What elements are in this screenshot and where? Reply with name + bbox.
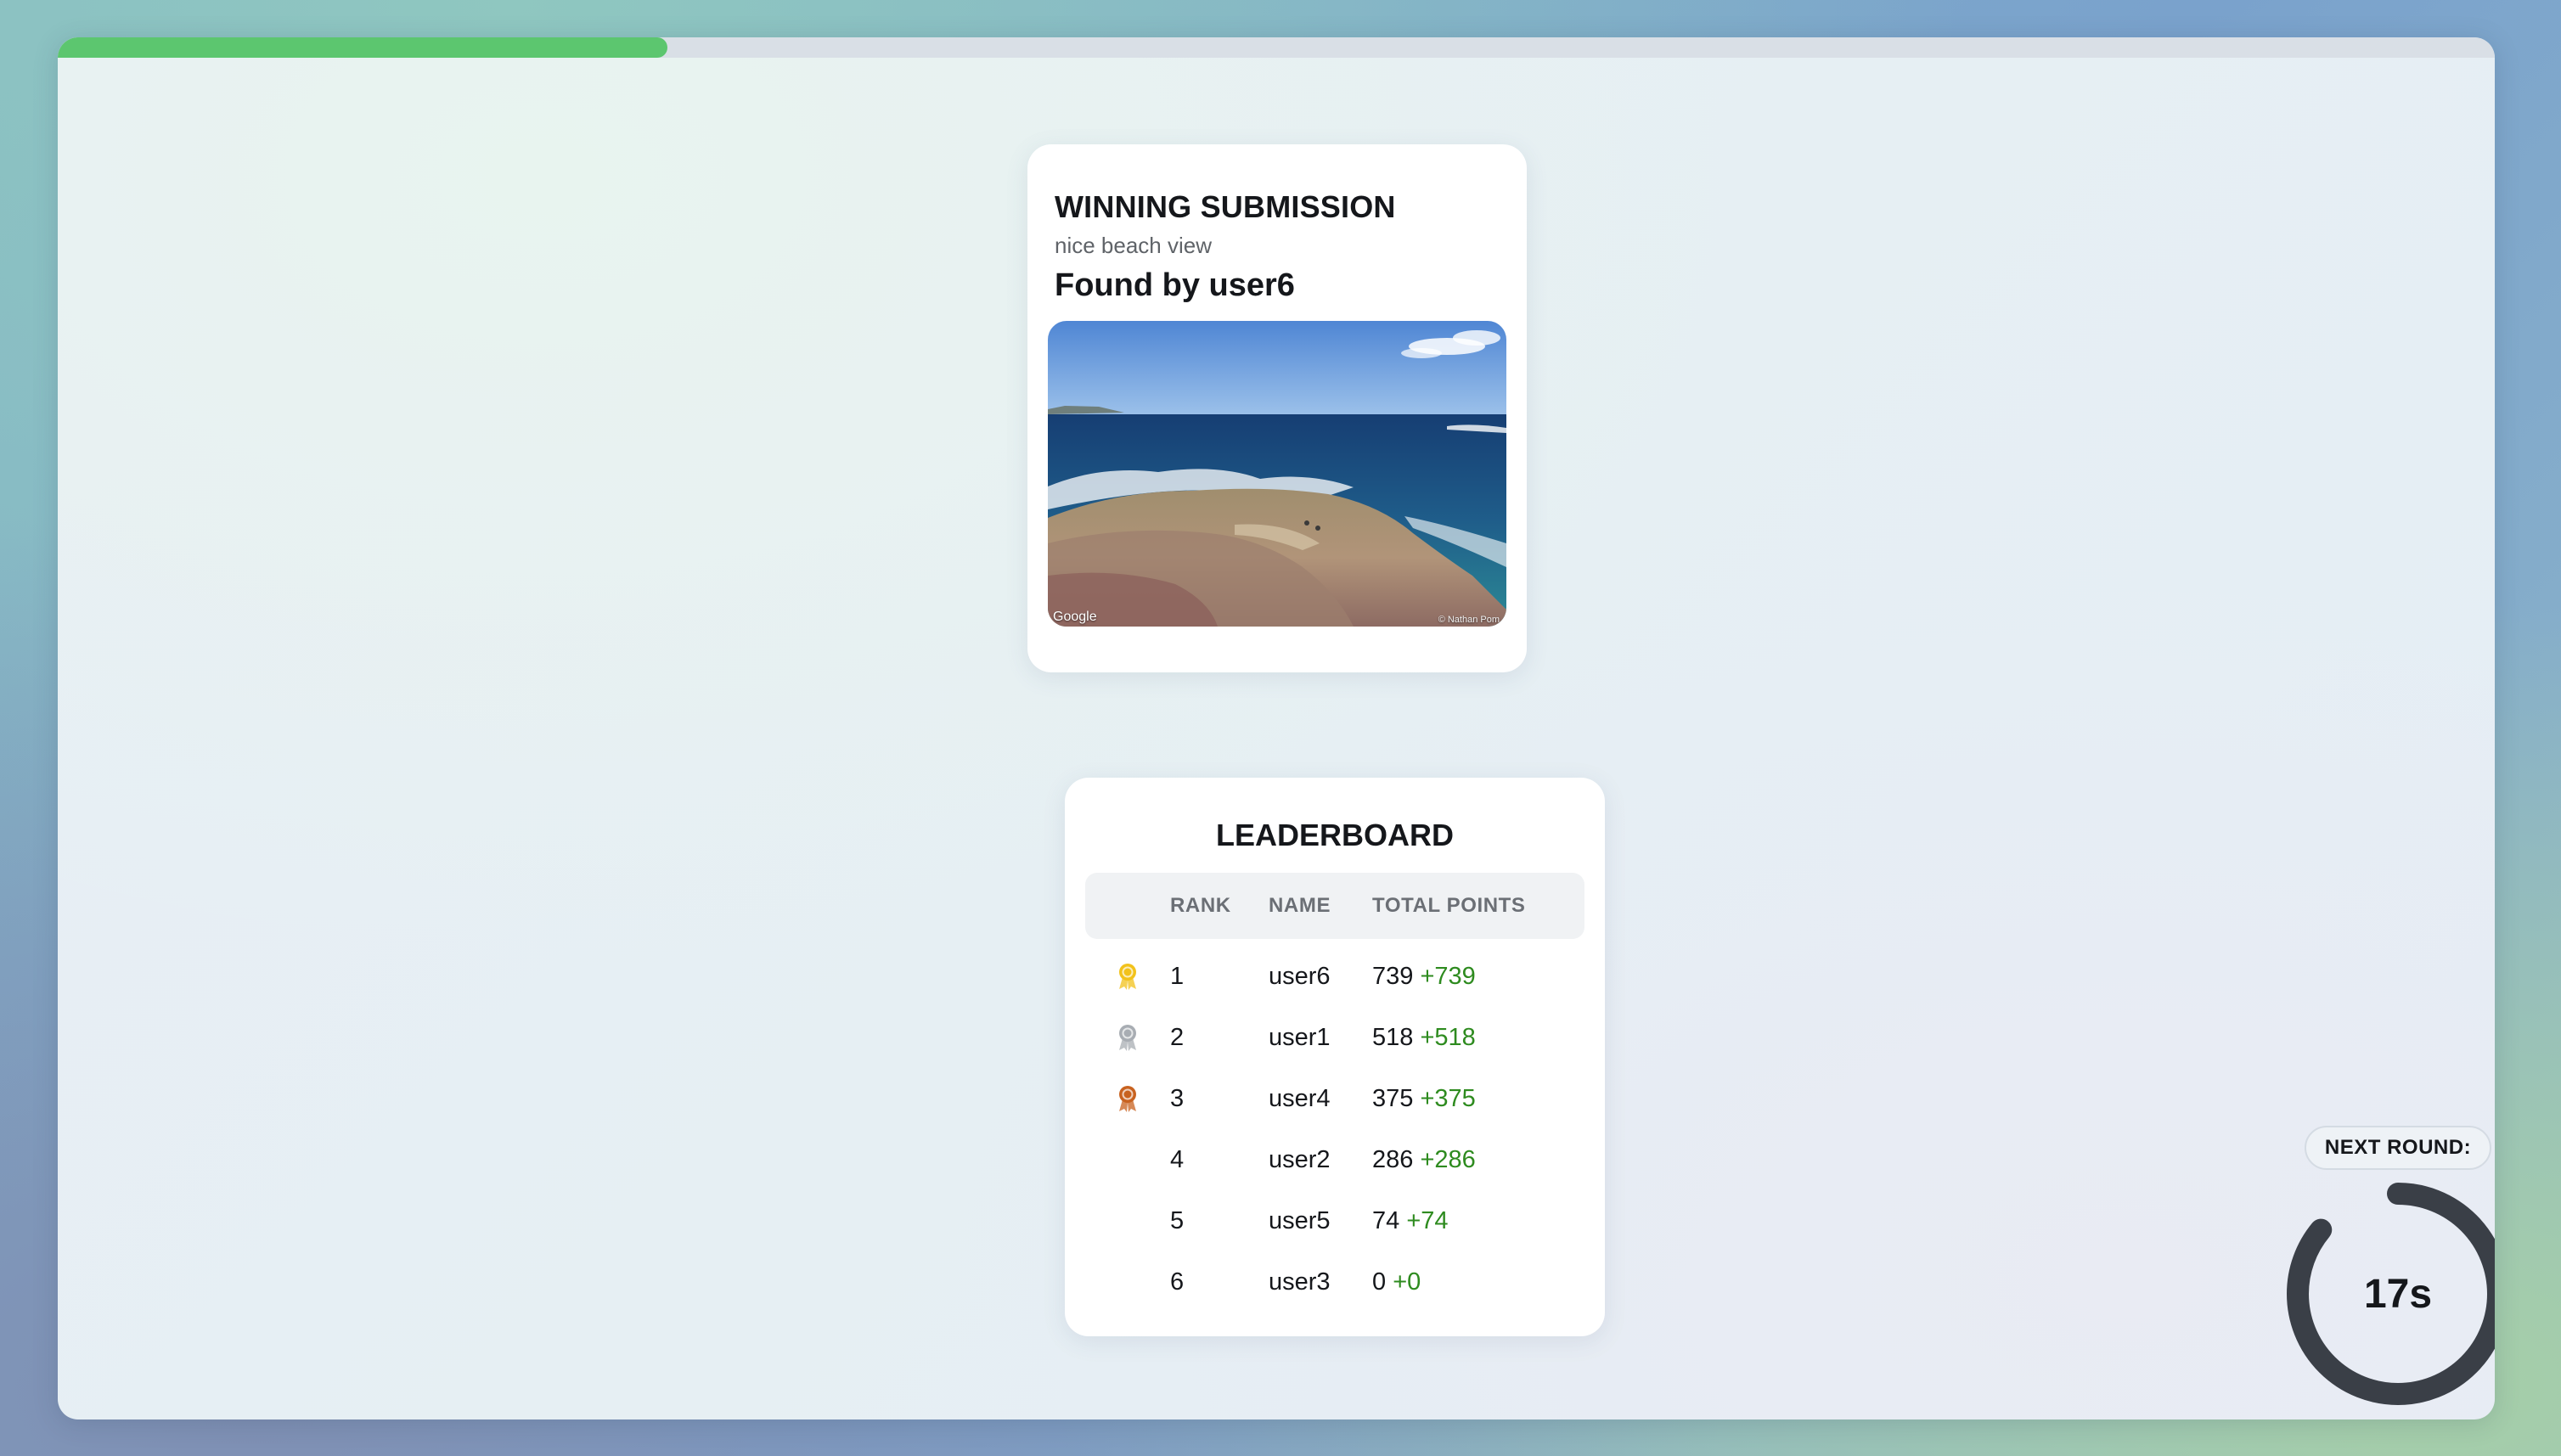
points-gain: +74: [1406, 1206, 1449, 1234]
leaderboard-table: RANK NAME TOTAL POINTS 1 user6 739 +739 2 us…: [1085, 873, 1584, 1313]
total-points: 286: [1372, 1145, 1414, 1173]
name-cell: user1: [1269, 1023, 1331, 1051]
medal-cell: [1085, 1023, 1170, 1052]
points-gain: +0: [1393, 1268, 1421, 1296]
leaderboard-header-row: RANK NAME TOTAL POINTS: [1085, 873, 1584, 939]
leaderboard-row: 3 user4 375 +375: [1085, 1068, 1584, 1129]
leaderboard-rows: 1 user6 739 +739 2 user1 518 +518 3 user4 375 +3…: [1085, 946, 1584, 1313]
total-points: 74: [1372, 1206, 1400, 1234]
points-column-header: TOTAL POINTS: [1372, 894, 1526, 917]
leaderboard-row: 5 user5 74 +74: [1085, 1190, 1584, 1251]
found-by-label: Found by user6: [1055, 267, 1295, 303]
medal-cell: [1085, 962, 1170, 991]
points-cell: 74 +74: [1372, 1207, 1584, 1235]
total-points: 375: [1372, 1084, 1414, 1112]
leaderboard-title: LEADERBOARD: [1215, 818, 1454, 852]
points-gain: +375: [1420, 1084, 1476, 1112]
leaderboard-row: 1 user6 739 +739: [1085, 946, 1584, 1007]
name-cell: user2: [1269, 1145, 1331, 1173]
winning-title: WINNING SUBMISSION: [1055, 189, 1396, 224]
winning-photo[interactable]: Google © Nathan Pom: [1048, 321, 1506, 627]
name-cell: user3: [1269, 1268, 1331, 1296]
rank-cell: 3: [1170, 1084, 1185, 1112]
name-column-header: NAME: [1269, 894, 1331, 917]
rank-cell: 2: [1170, 1023, 1185, 1051]
points-cell: 518 +518: [1372, 1024, 1584, 1052]
points-gain: +286: [1420, 1145, 1476, 1173]
photo-credit-author: © Nathan Pom: [1438, 615, 1500, 625]
name-cell: user6: [1269, 962, 1331, 990]
countdown-text: 17s: [2363, 1271, 2433, 1317]
beach-photo: [1048, 321, 1506, 627]
leaderboard-row: 2 user1 518 +518: [1085, 1007, 1584, 1068]
total-points: 0: [1372, 1268, 1387, 1296]
photo-credit-google: Google: [1053, 610, 1097, 624]
name-cell: user4: [1269, 1084, 1331, 1112]
leaderboard-row: 6 user3 0 +0: [1085, 1251, 1584, 1313]
next-round-timer: 17s: [2286, 1182, 2495, 1406]
rank-cell: 6: [1170, 1268, 1185, 1296]
winning-submission-card: WINNING SUBMISSION nice beach view Found…: [1027, 144, 1527, 672]
medal-cell: [1085, 1084, 1170, 1113]
points-gain: +518: [1420, 1023, 1476, 1051]
points-cell: 739 +739: [1372, 963, 1584, 991]
silver-medal-icon: [1119, 1025, 1136, 1051]
rank-cell: 5: [1170, 1206, 1185, 1234]
leaderboard-row: 4 user2 286 +286: [1085, 1129, 1584, 1190]
rank-cell: 4: [1170, 1145, 1185, 1173]
rank-cell: 1: [1170, 962, 1185, 990]
points-gain: +739: [1420, 962, 1476, 990]
bronze-medal-icon: [1119, 1086, 1136, 1112]
round-progress-fill: [58, 37, 667, 58]
name-cell: user5: [1269, 1206, 1331, 1234]
app-window: WINNING SUBMISSION nice beach view Found…: [58, 37, 2495, 1419]
gold-medal-icon: [1119, 964, 1136, 990]
points-cell: 0 +0: [1372, 1268, 1584, 1296]
round-progress-bar: [58, 37, 2495, 58]
leaderboard-card: LEADERBOARD RANK NAME TOTAL POINTS 1 user…: [1065, 778, 1605, 1336]
next-round-label: NEXT ROUND:: [2305, 1126, 2491, 1170]
points-cell: 286 +286: [1372, 1146, 1584, 1174]
winning-caption: nice beach view: [1055, 233, 1212, 258]
total-points: 518: [1372, 1023, 1414, 1051]
points-cell: 375 +375: [1372, 1085, 1584, 1113]
rank-column-header: RANK: [1170, 894, 1231, 917]
total-points: 739: [1372, 962, 1414, 990]
